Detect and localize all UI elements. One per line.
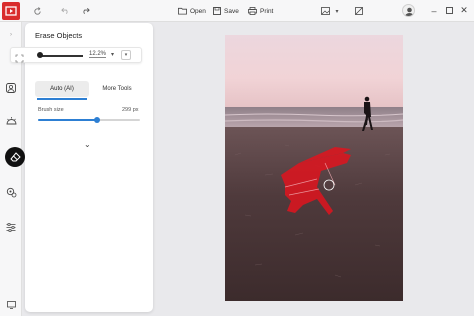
portrait-icon[interactable] — [2, 79, 20, 97]
eraser-icon[interactable] — [5, 147, 25, 167]
photo-canvas[interactable] — [225, 35, 403, 301]
close-button[interactable]: ✕ — [458, 4, 470, 17]
refresh-icon[interactable] — [30, 4, 44, 18]
zoom-control: 12.2% ▾ ▾ — [10, 47, 142, 63]
brush-size-slider[interactable] — [38, 117, 140, 123]
tab-auto-ai[interactable]: Auto (AI) — [35, 81, 89, 97]
brush-size-label: Brush size — [38, 107, 64, 113]
save-icon — [213, 7, 221, 15]
chevron-down-icon[interactable]: ▾ — [330, 4, 344, 18]
print-label: Print — [260, 7, 274, 15]
print-button[interactable]: Print — [248, 4, 273, 18]
beach-photo — [225, 35, 403, 301]
mode-tabs: Auto (AI) More Tools — [35, 81, 143, 100]
zoom-options-button[interactable]: ▾ — [121, 50, 131, 60]
zoom-slider-track[interactable] — [39, 55, 83, 57]
zoom-slider-handle[interactable] — [37, 52, 43, 58]
folder-icon — [178, 7, 187, 15]
expand-more-icon[interactable]: ⌄ — [84, 140, 91, 149]
open-label: Open — [190, 7, 206, 15]
settings-icon[interactable] — [2, 183, 20, 201]
maximize-button[interactable] — [443, 4, 455, 17]
sliders-icon[interactable] — [2, 218, 20, 236]
brush-size-fill — [38, 119, 98, 121]
redo-icon[interactable] — [78, 4, 92, 18]
brush-size-value: 299 px — [122, 107, 139, 113]
open-button[interactable]: Open — [178, 4, 206, 18]
erase-objects-panel: Erase Objects — [25, 23, 153, 312]
monitor-icon[interactable] — [2, 296, 20, 314]
app-logo — [2, 2, 20, 20]
undo-icon[interactable] — [58, 4, 72, 18]
panel-title: Erase Objects — [35, 31, 83, 40]
avatar[interactable] — [402, 4, 415, 17]
fit-screen-icon[interactable] — [15, 50, 24, 68]
minimize-button[interactable]: – — [428, 4, 440, 17]
active-tab-indicator — [37, 98, 87, 100]
save-button[interactable]: Save — [213, 4, 239, 18]
zoom-dropdown-icon[interactable]: ▾ — [111, 51, 114, 58]
zoom-value[interactable]: 12.2% — [89, 51, 107, 58]
tab-more-tools[interactable]: More Tools — [91, 81, 143, 97]
printer-icon — [248, 7, 257, 15]
expand-rail-icon[interactable]: › — [2, 26, 20, 44]
save-label: Save — [224, 7, 239, 15]
title-bar: Open Save Print ▾ – ✕ — [0, 0, 474, 22]
compare-icon[interactable] — [352, 4, 366, 18]
sun-icon[interactable] — [2, 112, 20, 130]
